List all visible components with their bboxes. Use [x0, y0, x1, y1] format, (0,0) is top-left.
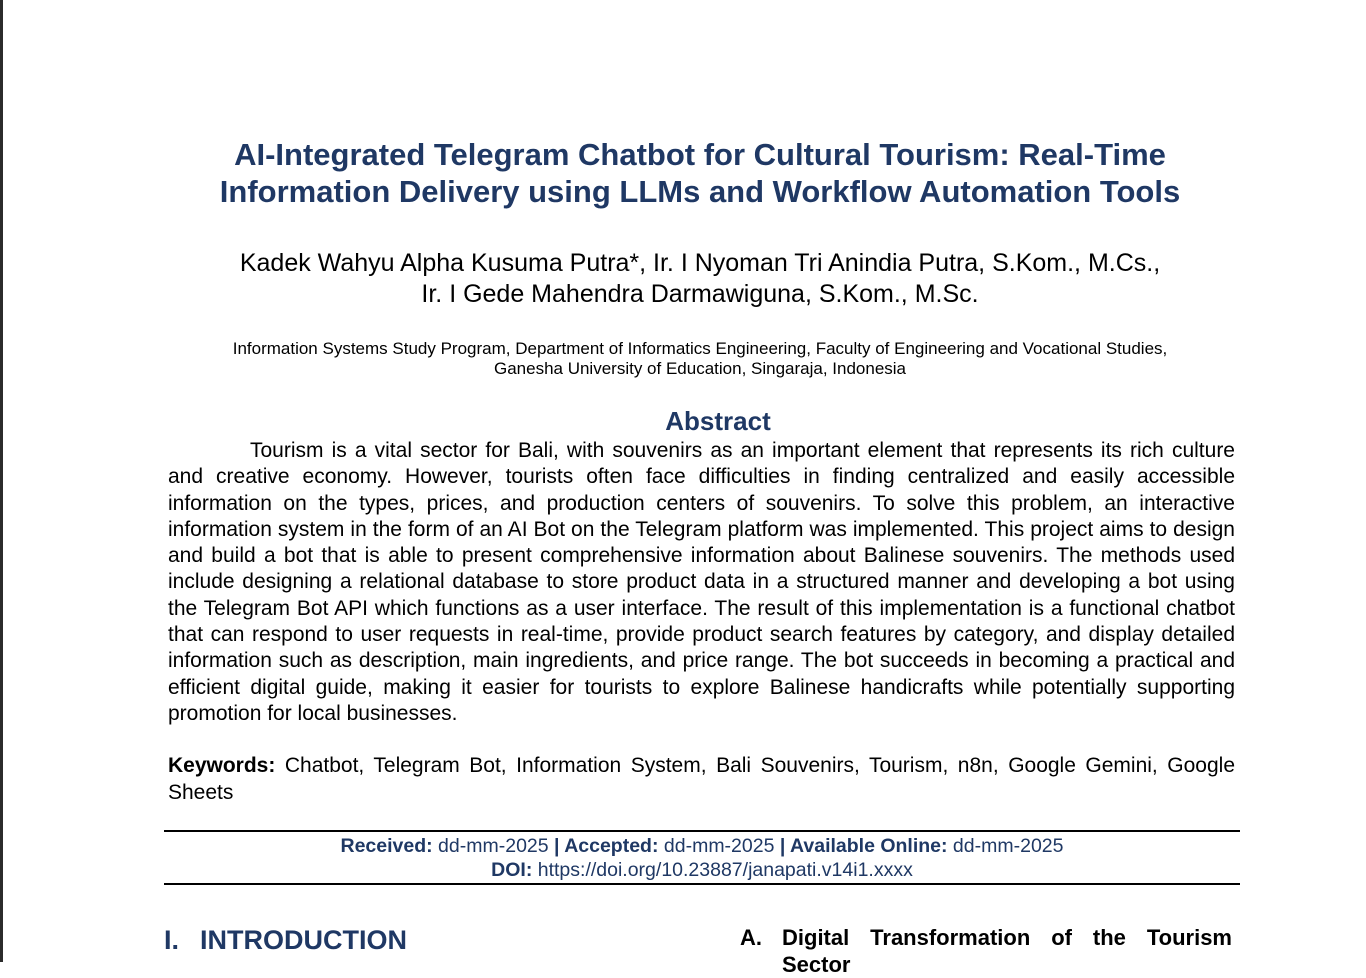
abstract-text: Tourism is a vital sector for Bali, with…	[168, 439, 1235, 725]
dates-line: Received: dd-mm-2025 | Accepted: dd-mm-2…	[164, 834, 1240, 858]
doi-link[interactable]: https://doi.org/10.23887/janapati.v14i1.…	[532, 859, 913, 881]
meta-top-rule	[164, 830, 1240, 832]
doi-line: DOI: https://doi.org/10.23887/janapati.v…	[164, 858, 1240, 882]
title-line-2: Information Delivery using LLMs and Work…	[219, 174, 1181, 209]
affiliation-line-1: Information Systems Study Program, Depar…	[232, 339, 1168, 358]
affiliation-line-2: Ganesha University of Education, Singara…	[493, 359, 907, 378]
section-title: INTRODUCTION	[200, 925, 407, 955]
received-label: Received:	[340, 835, 433, 857]
keywords-text: Chatbot, Telegram Bot, Information Syste…	[168, 754, 1235, 804]
accepted-label: Accepted:	[559, 835, 659, 857]
paper-title: AI-Integrated Telegram Chatbot for Cultu…	[160, 136, 1240, 210]
title-line-1: AI-Integrated Telegram Chatbot for Cultu…	[234, 137, 1166, 172]
page-left-edge	[0, 0, 3, 962]
doi-label: DOI:	[491, 859, 533, 881]
section-introduction-heading: I. INTRODUCTION	[164, 924, 407, 956]
subsection-number: A.	[740, 925, 762, 950]
section-number: I.	[164, 925, 180, 955]
meta-bottom-rule	[164, 883, 1240, 885]
subsection-a-heading: A. Digital Transformation of the Tourism …	[740, 924, 1232, 978]
affiliation: Information Systems Study Program, Depar…	[160, 339, 1240, 379]
online-label: Available Online:	[785, 835, 948, 857]
author-list: Kadek Wahyu Alpha Kusuma Putra*, Ir. I N…	[160, 248, 1240, 310]
keywords-label: Keywords:	[168, 754, 276, 777]
accepted-date: dd-mm-2025	[658, 835, 780, 857]
article-dates: Received: dd-mm-2025 | Accepted: dd-mm-2…	[164, 834, 1240, 882]
abstract-heading: Abstract	[665, 406, 771, 436]
subsection-title: Digital Transformation of the Tourism Se…	[782, 925, 1232, 977]
received-date: dd-mm-2025	[432, 835, 555, 857]
online-date: dd-mm-2025	[947, 835, 1064, 857]
authors-line-2: Ir. I Gede Mahendra Darmawiguna, S.Kom.,…	[421, 280, 979, 308]
authors-line-1: Kadek Wahyu Alpha Kusuma Putra*, Ir. I N…	[239, 249, 1161, 277]
keywords: Keywords: Chatbot, Telegram Bot, Informa…	[168, 752, 1235, 806]
